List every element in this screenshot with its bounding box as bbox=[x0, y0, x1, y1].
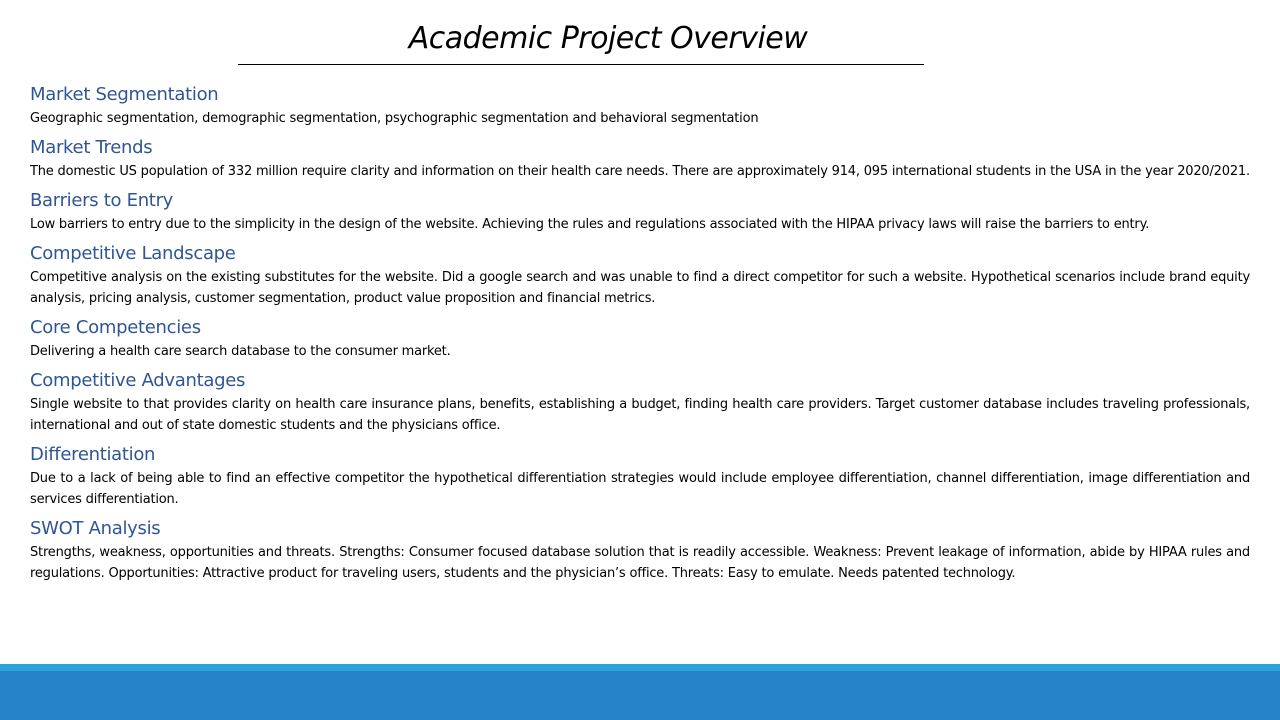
section-core-competencies: Core Competencies Delivering a health ca… bbox=[30, 315, 1250, 362]
section-body: Delivering a health care search database… bbox=[30, 344, 451, 359]
section-heading: SWOT Analysis bbox=[30, 518, 161, 539]
section-body: Due to a lack of being able to find an e… bbox=[30, 471, 1250, 507]
slide-title: Academic Project Overview bbox=[408, 21, 808, 56]
footer-band bbox=[0, 671, 1280, 720]
section-body: The domestic US population of 332 millio… bbox=[30, 164, 1250, 179]
section-body: Geographic segmentation, demographic seg… bbox=[30, 111, 759, 126]
footer-accent-strip bbox=[0, 664, 1280, 671]
section-heading: Market Segmentation bbox=[30, 84, 219, 105]
section-heading: Core Competencies bbox=[30, 317, 201, 338]
section-market-segmentation: Market Segmentation Geographic segmentat… bbox=[30, 82, 1250, 129]
section-heading: Competitive Landscape bbox=[30, 243, 236, 264]
section-competitive-advantages: Competitive Advantages Single website to… bbox=[30, 368, 1250, 436]
section-swot-analysis: SWOT Analysis Strengths, weakness, oppor… bbox=[30, 516, 1250, 584]
section-competitive-landscape: Competitive Landscape Competitive analys… bbox=[30, 241, 1250, 309]
section-differentiation: Differentiation Due to a lack of being a… bbox=[30, 442, 1250, 510]
section-body: Competitive analysis on the existing sub… bbox=[30, 270, 1250, 306]
section-body: Low barriers to entry due to the simplic… bbox=[30, 217, 1150, 232]
section-body: Single website to that provides clarity … bbox=[30, 397, 1250, 433]
section-heading: Differentiation bbox=[30, 444, 156, 465]
title-underline bbox=[238, 64, 924, 65]
slide: Academic Project Overview Market Segment… bbox=[0, 0, 1280, 720]
section-body: Strengths, weakness, opportunities and t… bbox=[30, 545, 1250, 581]
section-heading: Market Trends bbox=[30, 137, 153, 158]
section-heading: Barriers to Entry bbox=[30, 190, 174, 211]
section-market-trends: Market Trends The domestic US population… bbox=[30, 135, 1250, 182]
section-heading: Competitive Advantages bbox=[30, 370, 246, 391]
content-sections: Market Segmentation Geographic segmentat… bbox=[30, 82, 1250, 590]
section-barriers-to-entry: Barriers to Entry Low barriers to entry … bbox=[30, 188, 1250, 235]
